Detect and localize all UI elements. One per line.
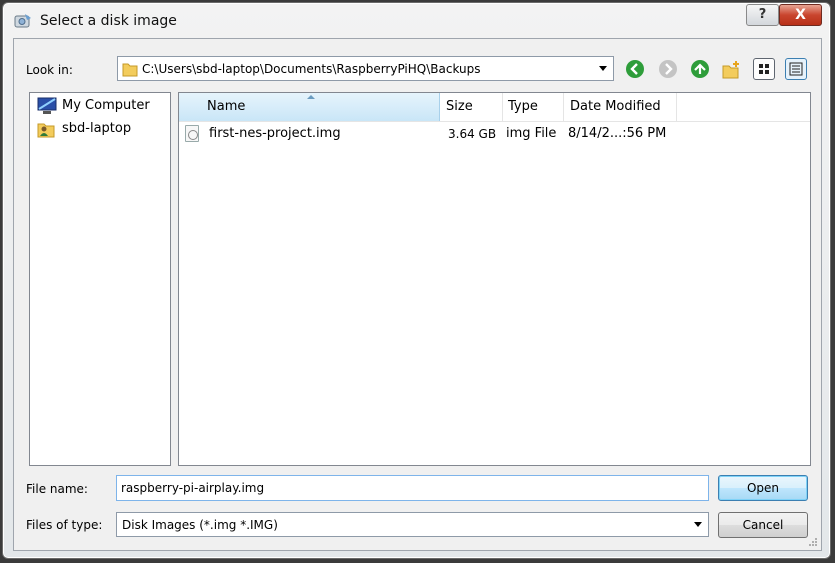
column-header: Name Size Type Date Modified <box>179 93 810 122</box>
file-name-label: File name: <box>26 482 88 496</box>
file-name-cell: first-nes-project.img <box>209 126 341 141</box>
detail-view-icon[interactable] <box>785 58 807 80</box>
column-label: Size <box>446 99 473 114</box>
disk-image-app-icon <box>14 14 31 28</box>
sidebar-item-label: sbd-laptop <box>62 121 132 136</box>
back-icon[interactable] <box>626 60 646 80</box>
open-button[interactable]: Open <box>718 475 808 501</box>
folder-icon <box>122 63 138 77</box>
dialog-window: Select a disk image ? X Look in: C:\User… <box>2 2 831 559</box>
up-folder-icon[interactable] <box>691 60 711 80</box>
file-list[interactable]: Name Size Type Date Modified first-nes-p… <box>178 92 811 466</box>
resize-grip-icon[interactable] <box>808 537 818 547</box>
disk-file-icon <box>185 125 199 142</box>
places-sidebar[interactable]: My Computer sbd-laptop <box>29 92 171 466</box>
new-folder-icon[interactable] <box>721 60 741 80</box>
window-title: Select a disk image <box>40 13 177 29</box>
column-header-name[interactable]: Name <box>179 93 440 121</box>
cancel-button[interactable]: Cancel <box>718 512 808 538</box>
file-date-cell: 8/14/2...:56 PM <box>568 126 667 141</box>
file-type-label: Files of type: <box>26 518 103 532</box>
column-label: Date Modified <box>570 99 661 114</box>
user-folder-icon <box>37 123 55 138</box>
file-type-value: Disk Images (*.img *.IMG) <box>122 518 278 532</box>
file-type-cell: img File <box>506 126 557 141</box>
column-label: Name <box>207 99 246 114</box>
list-view-icon[interactable] <box>753 58 775 80</box>
table-row[interactable]: first-nes-project.img 3.64 GB img File 8… <box>179 121 810 147</box>
column-header-size[interactable]: Size <box>440 93 503 121</box>
computer-icon <box>37 97 57 114</box>
file-size-cell: 3.64 GB <box>448 127 497 141</box>
column-header-date[interactable]: Date Modified <box>564 93 677 121</box>
chevron-down-icon[interactable] <box>694 522 702 527</box>
file-type-select[interactable]: Disk Images (*.img *.IMG) <box>116 512 709 537</box>
look-in-label: Look in: <box>26 63 73 77</box>
forward-icon[interactable] <box>659 60 679 80</box>
file-name-value: raspberry-pi-airplay.img <box>121 481 265 495</box>
title-bar[interactable]: Select a disk image ? X <box>3 3 830 37</box>
chevron-down-icon[interactable] <box>599 66 607 71</box>
sort-ascending-icon <box>307 95 315 99</box>
help-button[interactable]: ? <box>746 4 779 26</box>
file-name-input[interactable]: raspberry-pi-airplay.img <box>116 475 709 501</box>
dialog-body: Look in: C:\Users\sbd-laptop\Documents\R… <box>13 38 822 551</box>
sidebar-item-label: My Computer <box>62 98 150 113</box>
look-in-path: C:\Users\sbd-laptop\Documents\RaspberryP… <box>142 62 481 76</box>
column-header-type[interactable]: Type <box>503 93 564 121</box>
look-in-combo[interactable]: C:\Users\sbd-laptop\Documents\RaspberryP… <box>117 56 614 81</box>
column-label: Type <box>508 99 538 114</box>
close-button[interactable]: X <box>779 4 822 26</box>
